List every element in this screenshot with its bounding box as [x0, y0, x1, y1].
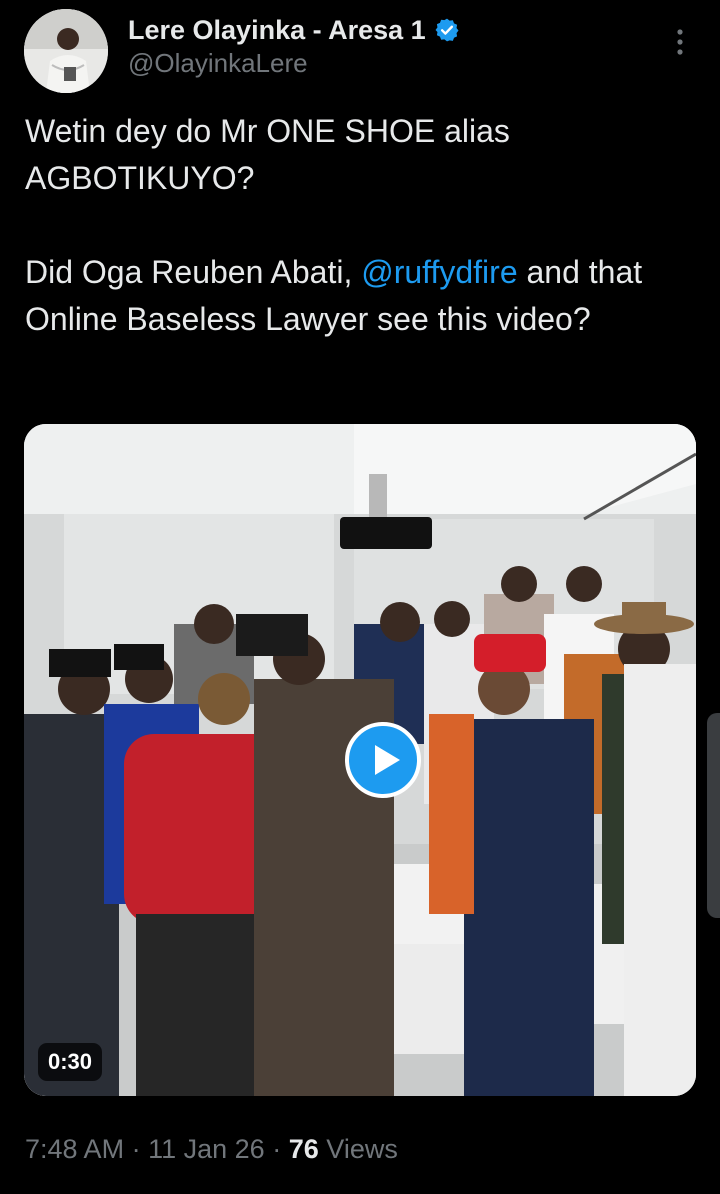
video-duration: 0:30	[38, 1043, 103, 1081]
tweet-text-line2-before: Did Oga Reuben Abati,	[25, 254, 362, 290]
tweet-date[interactable]: 11 Jan 26	[148, 1134, 265, 1164]
tweet-time[interactable]: 7:48 AM	[25, 1134, 124, 1164]
scroll-handle[interactable]	[707, 713, 720, 918]
meta-separator: ·	[272, 1134, 282, 1164]
video-player[interactable]: 0:30	[24, 424, 696, 1096]
mention-link[interactable]: @ruffydfire	[361, 254, 517, 290]
avatar[interactable]	[24, 9, 108, 93]
verified-badge-icon	[435, 18, 459, 42]
views-count[interactable]: 76	[289, 1134, 319, 1164]
author-handle[interactable]: @OlayinkaLere	[128, 48, 308, 79]
views-label[interactable]: Views	[326, 1134, 398, 1164]
tweet-text-line1: Wetin dey do Mr ONE SHOE alias AGBOTIKUY…	[25, 113, 510, 196]
avatar-image	[24, 9, 108, 93]
author-name-row[interactable]: Lere Olayinka - Aresa 1	[128, 12, 460, 48]
tweet-meta: 7:48 AM · 11 Jan 26 · 76 Views	[25, 1134, 398, 1165]
author-display-name[interactable]: Lere Olayinka - Aresa 1	[128, 15, 426, 46]
more-options-icon[interactable]	[666, 26, 694, 58]
tweet-text-line2: Did Oga Reuben Abati, @ruffydfire and th…	[25, 249, 695, 343]
tweet-text: Wetin dey do Mr ONE SHOE alias AGBOTIKUY…	[25, 108, 695, 343]
meta-separator: ·	[131, 1134, 141, 1164]
play-icon[interactable]	[344, 721, 422, 799]
